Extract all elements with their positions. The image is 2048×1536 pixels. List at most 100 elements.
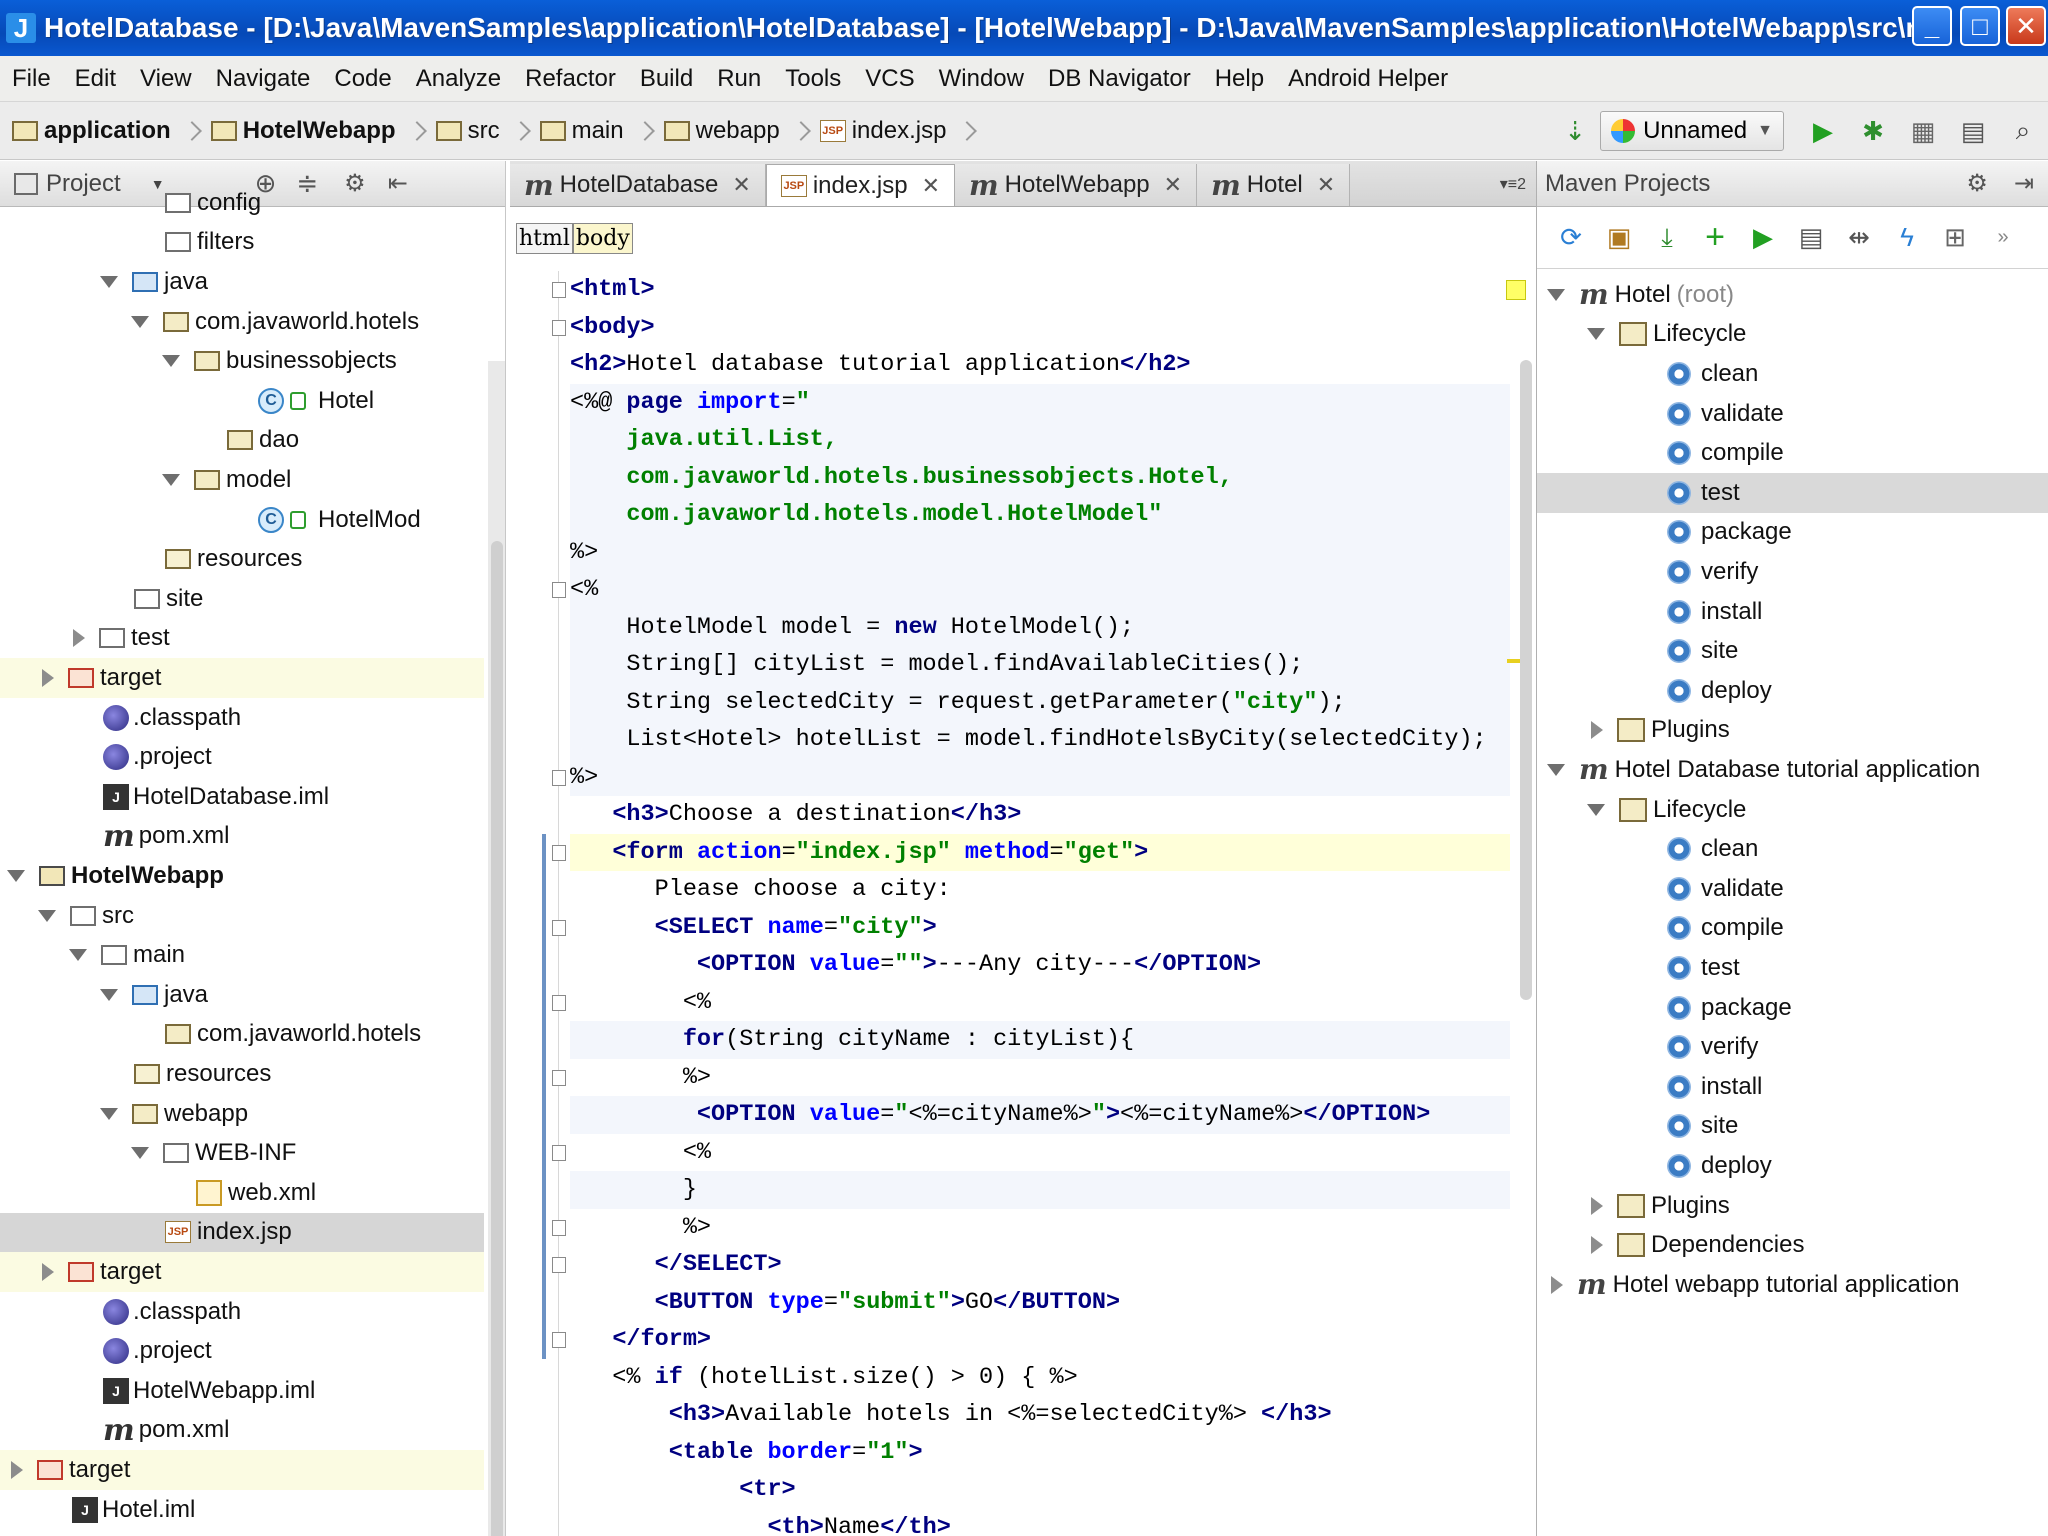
- gear-icon[interactable]: ⚙: [1966, 169, 1988, 198]
- breadcrumb-item[interactable]: main: [539, 117, 655, 145]
- tree-item[interactable]: JSP index.jsp: [0, 1212, 484, 1253]
- breadcrumb-item[interactable]: src: [435, 117, 531, 145]
- fold-marker-icon[interactable]: [552, 994, 566, 1011]
- maven-tree-item[interactable]: Plugins: [1537, 1186, 2048, 1226]
- editor-tab[interactable]: JSP index.jsp ✕: [765, 164, 956, 206]
- html-breadcrumb-item[interactable]: html: [516, 223, 573, 254]
- expand-arrow-icon[interactable]: [162, 473, 180, 486]
- maven-tree-item[interactable]: Dependencies: [1537, 1225, 2048, 1265]
- maven-tree-item[interactable]: install: [1537, 592, 2048, 632]
- tree-item[interactable]: m pom.xml: [0, 817, 484, 857]
- tree-item[interactable]: com.javaworld.hotels: [0, 1015, 484, 1055]
- tree-item[interactable]: .project: [0, 737, 484, 777]
- collapse-arrow-icon[interactable]: [11, 1460, 23, 1479]
- code-line[interactable]: <table border="1">: [570, 1434, 1510, 1472]
- more-icon[interactable]: »: [1988, 223, 2018, 253]
- breadcrumb-item[interactable]: JSP index.jsp: [819, 117, 978, 145]
- code-line[interactable]: <%: [570, 984, 1510, 1022]
- maven-tree-item[interactable]: m Hotel (root): [1537, 275, 2048, 315]
- tabs-overflow-icon[interactable]: ▾≡2: [1500, 174, 1526, 194]
- collapse-arrow-icon[interactable]: [42, 1262, 54, 1281]
- code-line[interactable]: <h3>Available hotels in <%=selectedCity%…: [570, 1396, 1510, 1434]
- tree-item[interactable]: target: [0, 1450, 484, 1490]
- run-icon[interactable]: ▶: [1748, 222, 1778, 253]
- code-line[interactable]: Please choose a city:: [570, 871, 1510, 909]
- code-line[interactable]: <%@ page import=": [570, 383, 1510, 421]
- menu-code[interactable]: Code: [322, 65, 403, 93]
- code-line[interactable]: for(String cityName : cityList){: [570, 1021, 1510, 1059]
- tree-item[interactable]: filters: [0, 223, 484, 263]
- maven-tree-item[interactable]: Lifecycle: [1537, 790, 2048, 830]
- tree-item[interactable]: C Hotel: [0, 381, 484, 421]
- code-line[interactable]: </form>: [570, 1321, 1510, 1359]
- close-tab-icon[interactable]: ✕: [1164, 172, 1182, 198]
- menu-edit[interactable]: Edit: [63, 65, 128, 93]
- maven-tree-item[interactable]: install: [1537, 1067, 2048, 1107]
- tree-item[interactable]: target: [0, 1252, 484, 1292]
- tree-item[interactable]: web.xml: [0, 1173, 484, 1213]
- maven-tree-item[interactable]: Plugins: [1537, 711, 2048, 751]
- code-line[interactable]: HotelModel model = new HotelModel();: [570, 608, 1510, 646]
- code-line[interactable]: <html>: [570, 271, 1510, 309]
- maven-tree-item[interactable]: compile: [1537, 909, 2048, 949]
- collapse-arrow-icon[interactable]: [42, 668, 54, 687]
- menu-run[interactable]: Run: [705, 65, 773, 93]
- execute-goal-icon[interactable]: ▤: [1796, 222, 1826, 253]
- menu-view[interactable]: View: [128, 65, 204, 93]
- run-configuration-select[interactable]: Unnamed ▼: [1600, 111, 1784, 151]
- tree-item[interactable]: m pom.xml: [0, 1411, 484, 1451]
- menu-help[interactable]: Help: [1203, 65, 1276, 93]
- tree-item[interactable]: target: [0, 658, 484, 698]
- code-line[interactable]: <OPTION value="">---Any city---</OPTION>: [570, 946, 1510, 984]
- expand-arrow-icon[interactable]: [7, 869, 25, 882]
- tree-item[interactable]: test: [0, 619, 484, 659]
- code-line[interactable]: <% if (hotelList.size() > 0) { %>: [570, 1359, 1510, 1397]
- code-line[interactable]: }: [570, 1171, 1510, 1209]
- collapse-arrow-icon[interactable]: [1591, 1236, 1603, 1255]
- code-line[interactable]: String selectedCity = request.getParamet…: [570, 683, 1510, 721]
- menu-build[interactable]: Build: [628, 65, 705, 93]
- code-line[interactable]: <body>: [570, 309, 1510, 347]
- maven-tree-item[interactable]: verify: [1537, 1027, 2048, 1067]
- code-line[interactable]: com.javaworld.hotels.model.HotelModel": [570, 496, 1510, 534]
- maven-tree-item[interactable]: clean: [1537, 354, 2048, 394]
- expand-arrow-icon[interactable]: [162, 355, 180, 368]
- code-line[interactable]: <h3>Choose a destination</h3>: [570, 796, 1510, 834]
- tree-item[interactable]: dao: [0, 421, 484, 461]
- maven-tree-item[interactable]: deploy: [1537, 671, 2048, 711]
- close-tab-icon[interactable]: ✕: [922, 173, 940, 199]
- show-dependencies-icon[interactable]: ⊞: [1940, 222, 1970, 253]
- update-project-icon[interactable]: ⇣: [1560, 116, 1590, 146]
- menu-db-navigator[interactable]: DB Navigator: [1036, 65, 1203, 93]
- expand-arrow-icon[interactable]: [100, 988, 118, 1001]
- menu-tools[interactable]: Tools: [773, 65, 853, 93]
- code-line[interactable]: <h2>Hotel database tutorial application<…: [570, 346, 1510, 384]
- tree-item[interactable]: resources: [0, 1054, 484, 1094]
- code-line[interactable]: List<Hotel> hotelList = model.findHotels…: [570, 721, 1510, 759]
- code-line[interactable]: <%: [570, 571, 1510, 609]
- editor-gutter[interactable]: [510, 271, 570, 1536]
- editor-scrollbar[interactable]: [1516, 300, 1534, 1536]
- tree-item[interactable]: .classpath: [0, 698, 484, 738]
- fold-marker-icon[interactable]: [552, 1332, 566, 1348]
- toggle-offline-icon[interactable]: ⇹: [1844, 222, 1874, 253]
- scrollbar-thumb[interactable]: [491, 541, 503, 1536]
- download-icon[interactable]: ⤓: [1652, 222, 1682, 253]
- tree-item[interactable]: java: [0, 975, 484, 1015]
- code-line[interactable]: <th>Name</th>: [570, 1509, 1510, 1536]
- maximize-button[interactable]: □: [1960, 6, 2000, 46]
- expand-arrow-icon[interactable]: [100, 1107, 118, 1120]
- code-line[interactable]: <form action="index.jsp" method="get">: [570, 833, 1510, 871]
- fold-marker-icon[interactable]: [552, 1219, 566, 1236]
- breadcrumb-item[interactable]: application: [12, 117, 202, 145]
- fold-marker-icon[interactable]: [552, 844, 566, 861]
- tree-item[interactable]: webapp: [0, 1094, 484, 1134]
- fold-marker-icon[interactable]: [552, 1069, 566, 1086]
- maven-tree-item[interactable]: site: [1537, 1107, 2048, 1147]
- fold-marker-icon[interactable]: [552, 1257, 566, 1273]
- maven-tree-item[interactable]: Lifecycle: [1537, 315, 2048, 355]
- maven-tree-item[interactable]: deploy: [1537, 1146, 2048, 1186]
- code-line[interactable]: </SELECT>: [570, 1246, 1510, 1284]
- debug-icon[interactable]: ✱: [1858, 116, 1888, 146]
- editor-tab[interactable]: m HotelDatabase ✕: [510, 164, 766, 206]
